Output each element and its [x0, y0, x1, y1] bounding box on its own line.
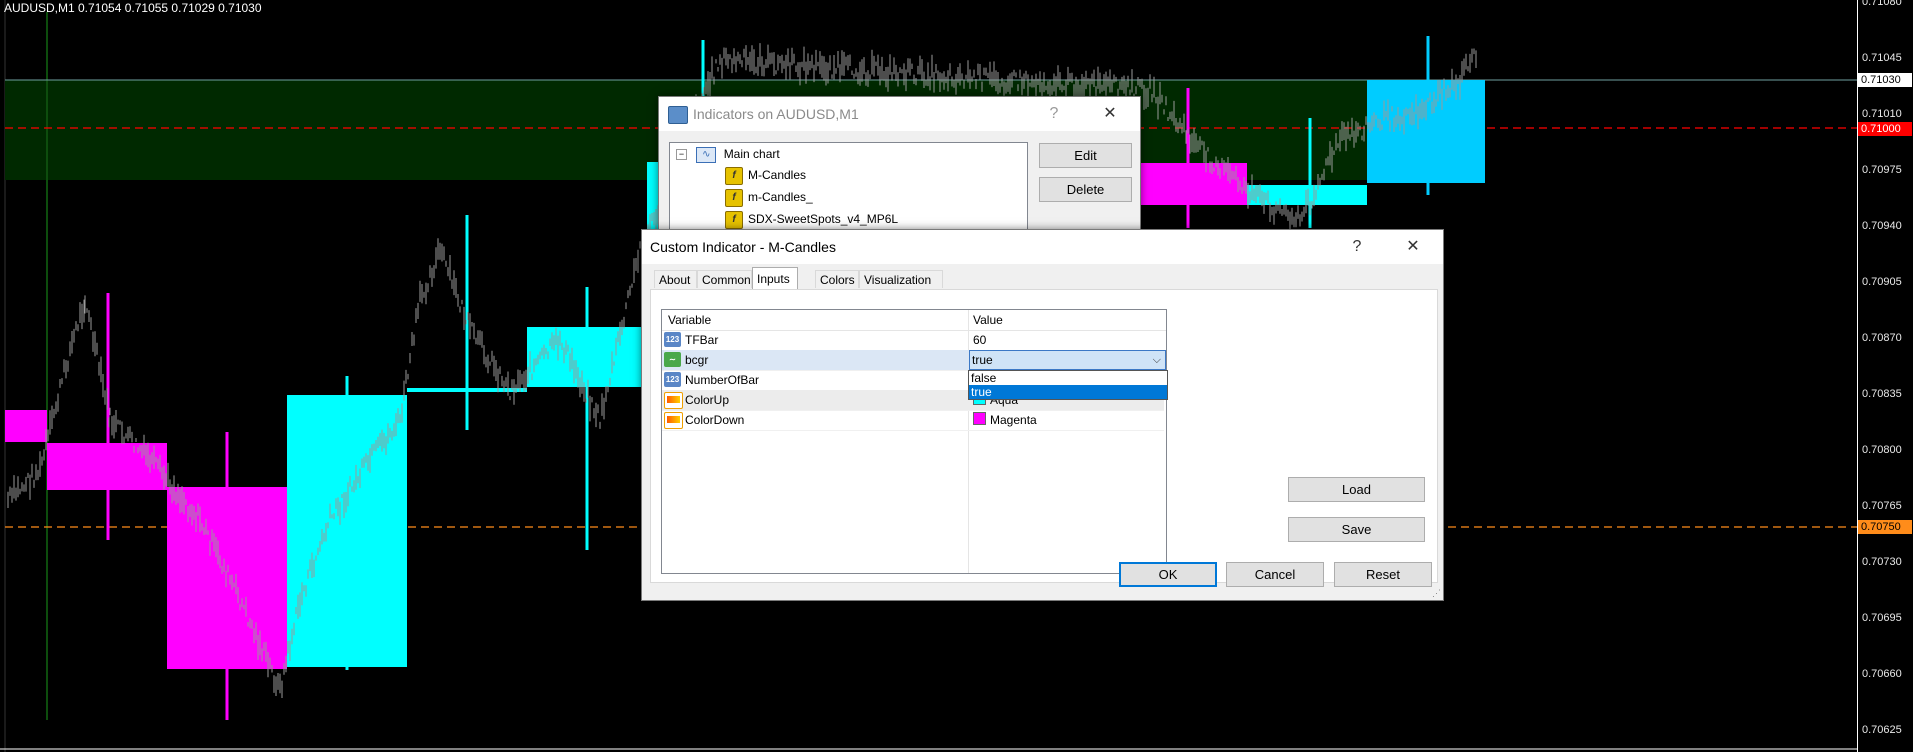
- price-tick-label: 0.70870: [1862, 332, 1902, 344]
- tree-item-label: SDX-SweetSpots_v4_MP6L: [748, 212, 899, 226]
- tree-item[interactable]: f M-Candles: [725, 165, 806, 185]
- tab-visualization[interactable]: Visualization: [859, 270, 943, 288]
- save-button[interactable]: Save: [1288, 517, 1425, 542]
- close-icon[interactable]: ✕: [1099, 103, 1121, 125]
- color-swatch: [973, 412, 986, 425]
- collapse-icon[interactable]: −: [676, 149, 687, 161]
- red-level-tag: 0.71000: [1858, 122, 1912, 136]
- current-price-tag: 0.71030: [1858, 73, 1912, 87]
- column-header-value[interactable]: Value: [973, 310, 1003, 330]
- integer-type-icon: 123: [664, 332, 681, 347]
- dropdown-list[interactable]: false true: [968, 370, 1168, 400]
- tree-item[interactable]: f SDX-SweetSpots_v4_MP6L: [725, 209, 898, 229]
- cancel-button[interactable]: Cancel: [1226, 562, 1324, 587]
- price-tick-label: 0.70905: [1862, 276, 1902, 288]
- price-tick-label: 0.71045: [1862, 52, 1902, 64]
- zone-sky: [1367, 80, 1485, 183]
- custom-indicator-dialog: Custom Indicator - M-Candles ? ✕ About C…: [641, 229, 1444, 601]
- price-tick-label: 0.70695: [1862, 612, 1902, 624]
- column-header-variable[interactable]: Variable: [668, 310, 711, 330]
- variable-value[interactable]: 60: [973, 330, 986, 350]
- price-tick-label: 0.70835: [1862, 388, 1902, 400]
- value-dropdown[interactable]: true ⌵: [969, 350, 1166, 370]
- dialog-titlebar[interactable]: Custom Indicator - M-Candles ? ✕: [642, 230, 1443, 264]
- price-tick-label: 0.71010: [1862, 108, 1902, 120]
- table-row-bcgr[interactable]: ∼ bcgr true ⌵: [662, 350, 1166, 371]
- edit-button[interactable]: Edit: [1039, 143, 1132, 168]
- tree-item[interactable]: f m-Candles_: [725, 187, 813, 207]
- integer-type-icon: 123: [664, 372, 681, 387]
- tab-common[interactable]: Common: [697, 270, 752, 288]
- tree-root-label: Main chart: [723, 147, 780, 161]
- delete-button[interactable]: Delete: [1039, 177, 1132, 202]
- dropdown-option-true[interactable]: true: [969, 385, 1167, 399]
- orange-level-tag: 0.70750: [1858, 520, 1912, 534]
- function-icon: f: [725, 210, 743, 229]
- indicators-window: Indicators on AUDUSD,M1 ? ✕ − ∿ Main cha…: [658, 96, 1141, 239]
- price-tick-label: 0.70625: [1862, 724, 1902, 736]
- tree-item-label: M-Candles: [748, 168, 807, 182]
- chart-icon: ∿: [696, 146, 717, 163]
- color-type-icon: [664, 392, 683, 409]
- dropdown-selected-value: true: [972, 353, 993, 367]
- tab-about[interactable]: About: [654, 270, 697, 288]
- help-icon[interactable]: ?: [1346, 236, 1368, 258]
- indicators-window-title: Indicators on AUDUSD,M1: [693, 106, 859, 122]
- price-tick-label: 0.70940: [1862, 220, 1902, 232]
- price-tick-label: 0.70975: [1862, 164, 1902, 176]
- function-icon: f: [725, 188, 743, 207]
- variable-name: NumberOfBar: [685, 373, 760, 387]
- inputs-table[interactable]: Variable Value 123 TFBar 60 ∼ bcgr true …: [661, 309, 1168, 574]
- tree-root-main-chart[interactable]: − ∿ Main chart: [676, 144, 780, 164]
- function-icon: f: [725, 166, 743, 185]
- indicator-tree[interactable]: − ∿ Main chart f M-Candles f m-Candles_ fS…: [669, 142, 1028, 239]
- table-header: Variable Value: [662, 310, 1166, 573]
- resize-grip-icon[interactable]: ⋰: [1432, 588, 1441, 599]
- tab-inputs[interactable]: Inputs: [752, 267, 798, 289]
- variable-name: TFBar: [685, 333, 719, 347]
- boolean-type-icon: ∼: [664, 352, 681, 367]
- chevron-down-icon[interactable]: ⌵: [1153, 351, 1161, 369]
- table-row-tfbar[interactable]: 123 TFBar 60: [662, 330, 1164, 351]
- tab-colors[interactable]: Colors: [815, 270, 859, 288]
- price-tick-label: 0.71080: [1862, 0, 1902, 8]
- ok-button[interactable]: OK: [1119, 562, 1217, 587]
- dropdown-option-false[interactable]: false: [969, 371, 1167, 385]
- dialog-title: Custom Indicator - M-Candles: [650, 239, 836, 255]
- variable-name: ColorDown: [685, 413, 745, 427]
- help-icon[interactable]: ?: [1043, 103, 1065, 125]
- variable-name: ColorUp: [685, 393, 730, 407]
- indicators-app-icon: [668, 106, 688, 124]
- price-tick-label: 0.70660: [1862, 668, 1902, 680]
- price-tick-label: 0.70730: [1862, 556, 1902, 568]
- price-tick-label: 0.70800: [1862, 444, 1902, 456]
- variable-value[interactable]: Magenta: [973, 410, 1037, 430]
- table-row-colordown[interactable]: ColorDown Magenta: [662, 410, 1164, 431]
- load-button[interactable]: Load: [1288, 477, 1425, 502]
- tree-item-label: m-Candles_: [748, 190, 813, 204]
- reset-button[interactable]: Reset: [1334, 562, 1432, 587]
- close-icon[interactable]: ✕: [1402, 236, 1424, 258]
- price-tick-label: 0.70765: [1862, 500, 1902, 512]
- chart-symbol-title: AUDUSD,M1 0.71054 0.71055 0.71029 0.7103…: [4, 1, 262, 15]
- variable-name: bcgr: [685, 353, 709, 367]
- color-type-icon: [664, 412, 683, 429]
- indicators-titlebar[interactable]: Indicators on AUDUSD,M1 ? ✕: [659, 97, 1140, 131]
